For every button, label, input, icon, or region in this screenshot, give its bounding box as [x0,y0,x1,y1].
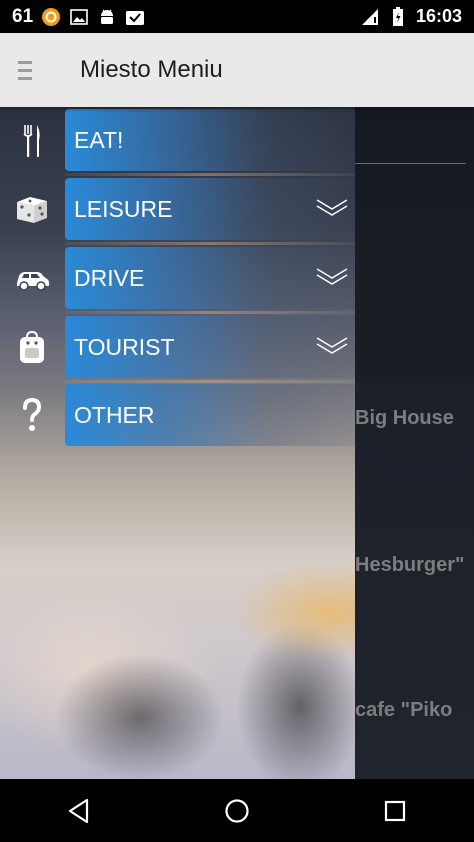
chevron-down-icon[interactable] [315,265,349,289]
signal-icon [360,7,380,27]
recents-icon[interactable] [371,787,419,835]
drawer-item-drive-button[interactable]: DRIVE [65,247,355,309]
status-bar: 61 16:03 [0,0,474,33]
drawer-item-eat[interactable]: EAT! [0,109,355,173]
battery-icon [388,6,408,27]
list-item-3[interactable]: cafe "Piko [355,699,452,722]
hamburger-icon[interactable] [12,55,42,85]
inbox-check-icon [125,7,145,27]
backpack-icon [8,316,56,380]
drawer-item-label: DRIVE [74,264,145,291]
content-divider [355,163,466,164]
android-icon [97,7,117,27]
chevron-down-icon[interactable] [315,334,349,358]
navigation-drawer: EAT! LEISURE DRIVE TOURIST OTHER [0,107,355,779]
drawer-divider [65,380,355,383]
content-card [355,232,474,377]
drawer-item-label: OTHER [74,401,155,428]
list-item-1[interactable]: Big House [355,407,454,430]
app-bar: Miesto Meniu [0,33,474,107]
drawer-item-label: EAT! [74,126,124,153]
list-item-2[interactable]: Hesburger" [355,554,465,577]
back-icon[interactable] [55,787,103,835]
fork-knife-icon [8,109,56,173]
drawer-item-leisure-button[interactable]: LEISURE [65,178,355,240]
drawer-divider [65,173,355,176]
drawer-item-tourist-button[interactable]: TOURIST [65,316,355,378]
home-icon[interactable] [213,787,261,835]
car-icon [8,247,56,311]
notification-icon [41,7,61,27]
drawer-item-other[interactable]: OTHER [0,384,355,448]
system-nav-bar [0,779,474,842]
question-icon [8,384,56,448]
clock: 16:03 [415,6,462,26]
chevron-down-icon[interactable] [315,196,349,220]
drawer-item-eat-button[interactable]: EAT! [65,109,355,171]
dice-icon [8,178,56,242]
drawer-item-label: LEISURE [74,195,173,222]
drawer-item-drive[interactable]: DRIVE [0,247,355,311]
drawer-divider [65,311,355,314]
drawer-item-leisure[interactable]: LEISURE [0,178,355,242]
drawer-item-label: TOURIST [74,333,175,360]
notification-count: 61 [12,5,34,27]
drawer-item-other-button[interactable]: OTHER [65,384,355,446]
image-icon [69,7,89,27]
drawer-divider [65,242,355,245]
page-title: Miesto Meniu [80,56,223,83]
drawer-item-tourist[interactable]: TOURIST [0,316,355,380]
